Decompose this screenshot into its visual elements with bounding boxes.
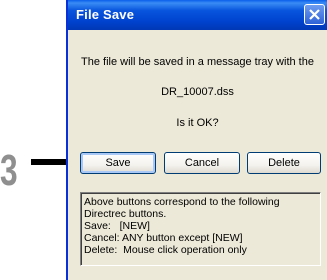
confirm-question-text: Is it OK? [176,117,219,129]
info-line-save: Save: [NEW] [84,220,150,232]
delete-button[interactable]: Delete [247,152,321,174]
title-bar: File Save [68,0,327,30]
info-line-cancel: Cancel: ANY button except [NEW] [84,232,243,244]
step-number-label: 3 [0,146,18,195]
window-title: File Save [76,7,135,22]
page: 3 File Save The file will be saved in a … [0,0,327,280]
cancel-button[interactable]: Cancel [164,152,240,174]
info-line-delete: Delete: Mouse click operation only [84,244,247,256]
close-button[interactable] [304,4,325,25]
info-line: Above buttons correspond to the followin… [84,196,280,208]
info-line: Directrec buttons. [84,208,167,220]
button-info-box: Above buttons correspond to the followin… [80,192,321,266]
close-x-icon [309,9,320,20]
file-save-dialog: File Save The file will be saved in a me… [66,0,327,280]
save-button[interactable]: Save [80,152,156,174]
save-message-text: The file will be saved in a message tray… [81,56,314,68]
file-name-text: DR_10007.dss [161,86,234,98]
